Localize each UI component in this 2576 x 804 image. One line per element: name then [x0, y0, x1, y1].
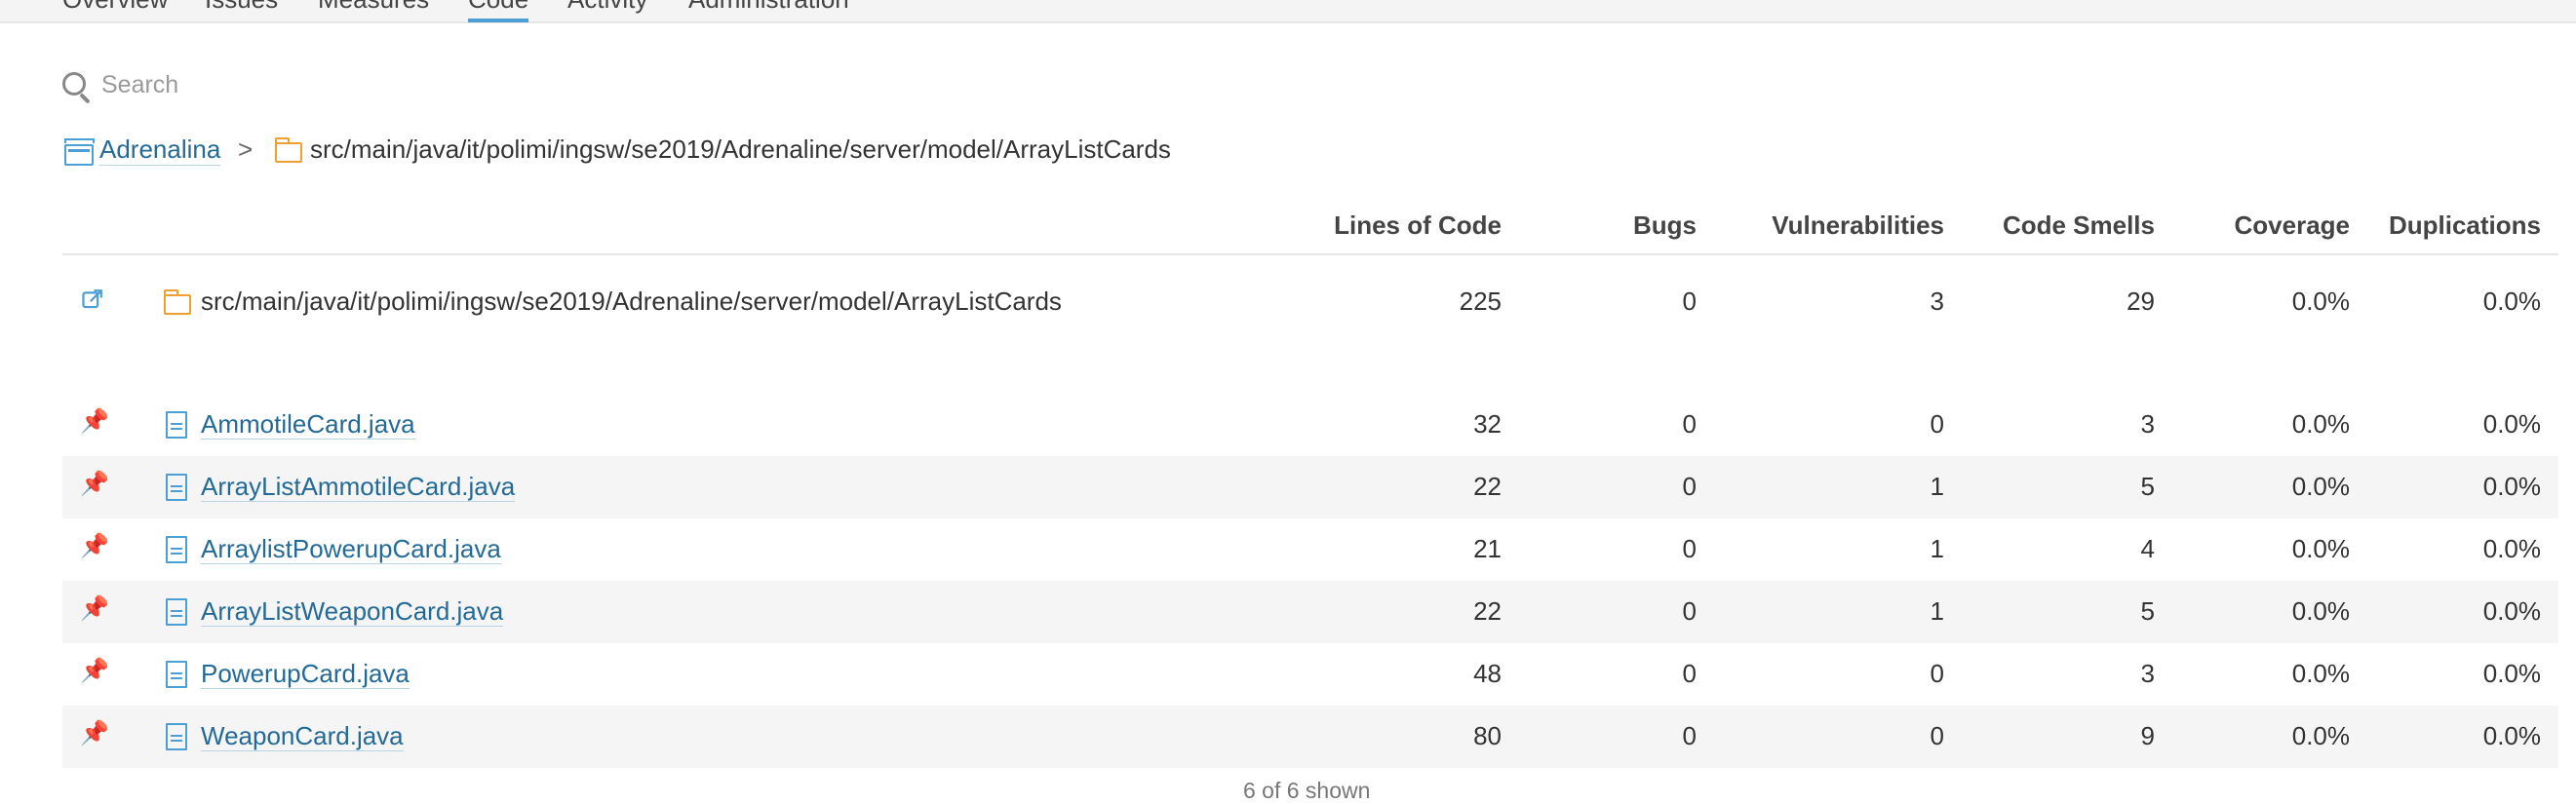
cell-duplications: 0.0% — [2482, 409, 2541, 439]
file-icon — [166, 536, 187, 563]
cell-loc: 22 — [1473, 472, 1502, 501]
cell-duplications: 0.0% — [2482, 287, 2541, 316]
cell-vulnerabilities: 0 — [1930, 409, 1944, 439]
cell-loc: 225 — [1459, 287, 1502, 316]
folder-icon — [163, 289, 191, 315]
tab-measures[interactable]: Measures — [318, 0, 429, 16]
cell-duplications: 0.0% — [2482, 472, 2541, 501]
search-icon — [62, 72, 86, 96]
file-icon — [166, 411, 187, 439]
file-icon — [166, 474, 187, 501]
file-name-cell: PowerupCard.java — [201, 659, 410, 689]
cell-vulnerabilities: 0 — [1930, 659, 1944, 688]
cell-code-smells: 5 — [2140, 472, 2155, 501]
cell-bugs: 0 — [1682, 287, 1697, 316]
file-name-cell: WeaponCard.java — [201, 721, 404, 751]
column-duplications[interactable]: Duplications — [2389, 211, 2541, 241]
pin-icon[interactable]: 📌 — [80, 719, 109, 747]
file-name-cell: ArrayListAmmotileCard.java — [201, 472, 516, 502]
pin-icon[interactable]: 📌 — [80, 470, 109, 498]
cell-code-smells: 3 — [2140, 409, 2155, 439]
cell-vulnerabilities: 1 — [1930, 596, 1944, 626]
search-input[interactable] — [99, 66, 688, 103]
file-link[interactable]: ArraylistPowerupCard.java — [201, 534, 501, 564]
table-header: Lines of Code Bugs Vulnerabilities Code … — [62, 201, 2558, 255]
breadcrumb-current-path: src/main/java/it/polimi/ingsw/se2019/Adr… — [310, 134, 1171, 164]
top-nav: Overview Issues Measures Code Activity A… — [0, 0, 2576, 23]
cell-duplications: 0.0% — [2482, 534, 2541, 563]
cell-bugs: 0 — [1682, 659, 1697, 688]
cell-duplications: 0.0% — [2482, 659, 2541, 688]
tab-overview[interactable]: Overview — [62, 0, 168, 16]
cell-loc: 22 — [1473, 596, 1502, 626]
file-link[interactable]: ArrayListWeaponCard.java — [201, 596, 504, 627]
cell-loc: 48 — [1473, 659, 1502, 688]
cell-code-smells: 9 — [2140, 721, 2155, 750]
cell-coverage: 0.0% — [2291, 721, 2350, 750]
file-name-cell: ArrayListWeaponCard.java — [201, 596, 504, 627]
cell-coverage: 0.0% — [2291, 409, 2350, 439]
breadcrumb-project-link[interactable]: Adrenalina — [99, 134, 221, 166]
tab-administration[interactable]: Administration — [688, 0, 849, 16]
column-coverage[interactable]: Coverage — [2235, 211, 2351, 241]
cell-vulnerabilities: 0 — [1930, 721, 1944, 750]
cell-bugs: 0 — [1682, 596, 1697, 626]
pin-icon[interactable]: 📌 — [80, 407, 109, 436]
column-bugs[interactable]: Bugs — [1633, 211, 1697, 241]
file-icon — [166, 598, 187, 626]
file-icon — [166, 661, 187, 688]
cell-coverage: 0.0% — [2291, 659, 2350, 688]
file-link[interactable]: PowerupCard.java — [201, 659, 410, 689]
pin-icon[interactable]: 📌 — [80, 594, 109, 623]
cell-loc: 32 — [1473, 409, 1502, 439]
cell-vulnerabilities: 3 — [1930, 287, 1944, 316]
table-row: 📌 AmmotileCard.java 32 0 0 3 0.0% 0.0% — [62, 394, 2558, 456]
cell-bugs: 0 — [1682, 472, 1697, 501]
table-row: 📌 ArrayListAmmotileCard.java 22 0 1 5 0.… — [62, 456, 2558, 518]
table-row: 📌 ArraylistPowerupCard.java 21 0 1 4 0.0… — [62, 518, 2558, 581]
cell-duplications: 0.0% — [2482, 596, 2541, 626]
pin-icon[interactable]: 📌 — [80, 532, 109, 560]
column-code-smells[interactable]: Code Smells — [2003, 211, 2155, 241]
base-directory-row: src/main/java/it/polimi/ingsw/se2019/Adr… — [62, 271, 2558, 333]
cell-loc: 80 — [1473, 721, 1502, 750]
cell-code-smells: 3 — [2140, 659, 2155, 688]
cell-coverage: 0.0% — [2291, 287, 2350, 316]
breadcrumb-separator: > — [238, 134, 254, 164]
cell-vulnerabilities: 1 — [1930, 534, 1944, 563]
table-row: 📌 WeaponCard.java 80 0 0 9 0.0% 0.0% — [62, 706, 2558, 768]
tab-code[interactable]: Code — [468, 0, 529, 22]
column-lines-of-code[interactable]: Lines of Code — [1334, 211, 1502, 241]
table-row: 📌 ArrayListWeaponCard.java 22 0 1 5 0.0%… — [62, 581, 2558, 643]
file-icon — [166, 723, 187, 750]
cell-bugs: 0 — [1682, 721, 1697, 750]
cell-code-smells: 5 — [2140, 596, 2155, 626]
cell-duplications: 0.0% — [2482, 721, 2541, 750]
cell-bugs: 0 — [1682, 534, 1697, 563]
file-link[interactable]: ArrayListAmmotileCard.java — [201, 472, 516, 502]
column-vulnerabilities[interactable]: Vulnerabilities — [1772, 211, 1944, 241]
file-link[interactable]: AmmotileCard.java — [201, 409, 415, 440]
external-link-icon[interactable] — [82, 288, 103, 310]
file-name-cell: ArraylistPowerupCard.java — [201, 534, 501, 564]
cell-coverage: 0.0% — [2291, 596, 2350, 626]
base-directory-name: src/main/java/it/polimi/ingsw/se2019/Adr… — [201, 287, 1062, 316]
cell-code-smells: 29 — [2127, 287, 2155, 316]
project-icon — [63, 138, 95, 166]
file-link[interactable]: WeaponCard.java — [201, 721, 404, 751]
pin-icon[interactable]: 📌 — [80, 657, 109, 685]
cell-code-smells: 4 — [2140, 534, 2155, 563]
cell-bugs: 0 — [1682, 409, 1697, 439]
cell-loc: 21 — [1473, 534, 1502, 563]
file-name-cell: AmmotileCard.java — [201, 409, 415, 440]
folder-icon — [274, 137, 302, 163]
cell-coverage: 0.0% — [2291, 534, 2350, 563]
cell-vulnerabilities: 1 — [1930, 472, 1944, 501]
tab-issues[interactable]: Issues — [205, 0, 278, 16]
cell-coverage: 0.0% — [2291, 472, 2350, 501]
results-count: 6 of 6 shown — [1243, 778, 1371, 803]
tab-activity[interactable]: Activity — [567, 0, 647, 16]
table-row: 📌 PowerupCard.java 48 0 0 3 0.0% 0.0% — [62, 643, 2558, 706]
